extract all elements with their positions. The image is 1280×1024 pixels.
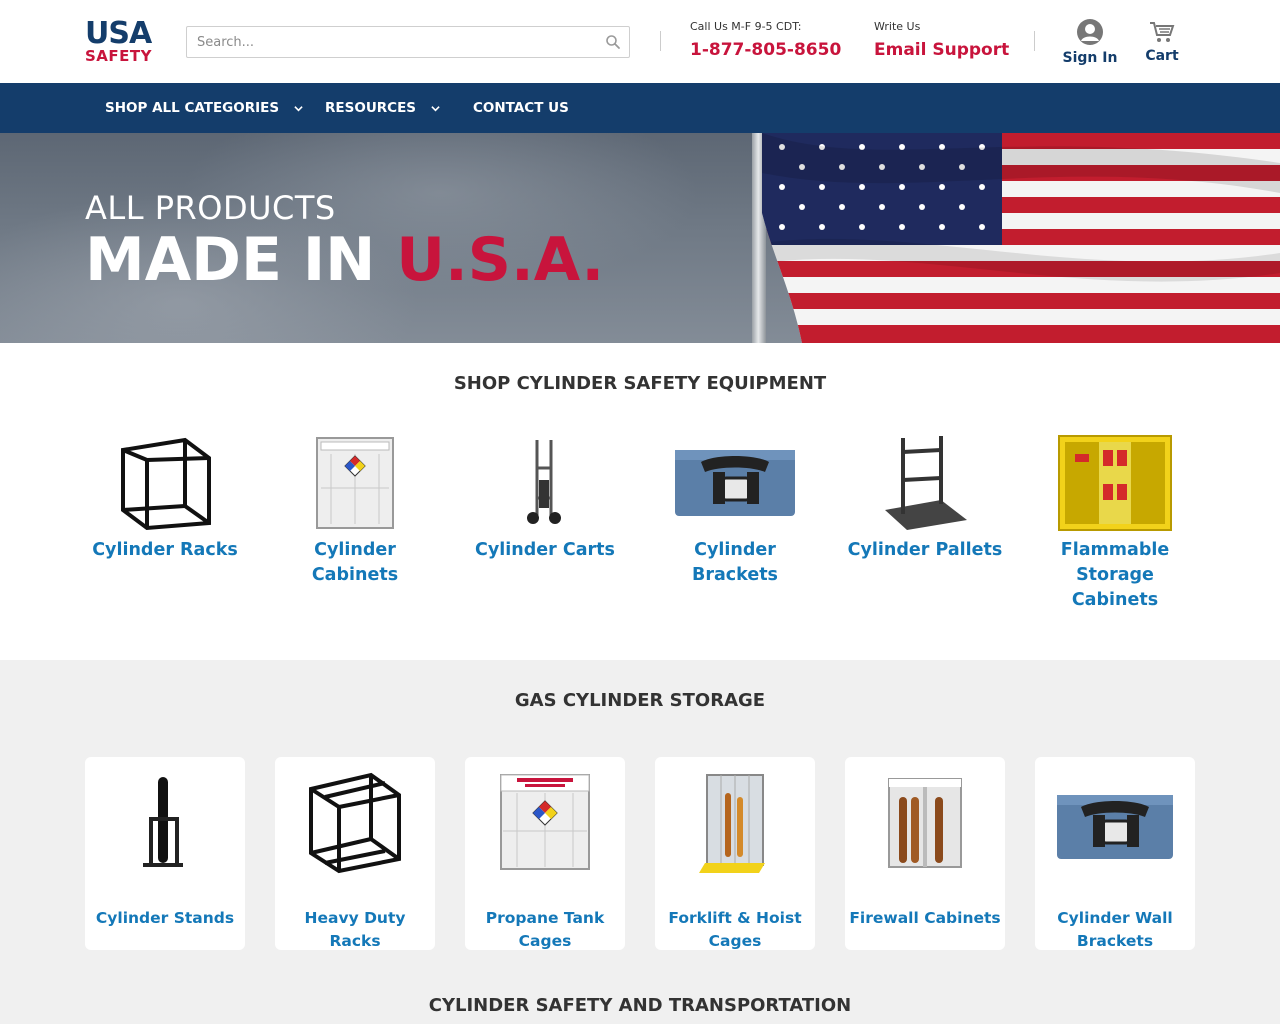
- nav-label: CONTACT US: [473, 100, 569, 116]
- category-label: Cylinder Racks: [92, 540, 238, 560]
- call-label: Call Us M-F 9-5 CDT:: [690, 20, 802, 33]
- heavy-duty-rack-image: [275, 767, 435, 887]
- cylinder-stand-image: [85, 767, 245, 887]
- write-label: Write Us: [874, 20, 921, 33]
- nav-contact-us[interactable]: CONTACT US: [473, 83, 569, 133]
- hero-usa: U.S.A.: [396, 225, 605, 295]
- card-cylinder-wall-brackets[interactable]: Cylinder Wall Brackets: [1035, 757, 1195, 950]
- cart-button[interactable]: Cart: [1140, 20, 1184, 64]
- card-label: Heavy Duty Racks: [304, 909, 406, 950]
- category-label: Cylinder Brackets: [692, 540, 778, 585]
- sign-in-label: Sign In: [1062, 50, 1118, 66]
- category-label: Cylinder Cabinets: [311, 540, 399, 585]
- category-cylinder-racks[interactable]: Cylinder Racks: [85, 428, 245, 563]
- american-flag-image: [762, 133, 1280, 343]
- cylinder-rack-image: [85, 428, 245, 538]
- cylinder-bracket-image: [655, 428, 815, 538]
- hero-made-in: MADE IN: [85, 225, 397, 295]
- chevron-down-icon: [431, 105, 440, 111]
- category-flammable-storage-cabinets[interactable]: Flammable Storage Cabinets: [1035, 428, 1195, 613]
- flammable-cabinet-image: [1035, 428, 1195, 538]
- section-title-cylinder-safety-transportation: CYLINDER SAFETY AND TRANSPORTATION: [428, 995, 852, 1016]
- cylinder-cart-image: [465, 428, 625, 538]
- logo-safety: SAFETY: [85, 47, 152, 65]
- card-propane-tank-cages[interactable]: Propane Tank Cages: [465, 757, 625, 950]
- cart-icon: [1150, 22, 1175, 42]
- card-forklift-hoist-cages[interactable]: Forklift & Hoist Cages: [655, 757, 815, 950]
- nav-resources[interactable]: RESOURCES: [325, 83, 440, 133]
- cylinder-cabinet-image: [275, 428, 435, 538]
- search-box: [186, 26, 630, 58]
- category-cylinder-brackets[interactable]: Cylinder Brackets: [655, 428, 815, 588]
- header-divider: [1034, 31, 1035, 51]
- hero-banner: ALL PRODUCTS MADE IN U.S.A.: [0, 133, 1280, 343]
- call-us-block: Call Us M-F 9-5 CDT: 1-877-805-8650: [690, 20, 841, 62]
- main-nav: SHOP ALL CATEGORIES RESOURCES CONTACT US: [0, 83, 1280, 133]
- nav-shop-all-categories[interactable]: SHOP ALL CATEGORIES: [105, 83, 303, 133]
- card-heavy-duty-racks[interactable]: Heavy Duty Racks: [275, 757, 435, 950]
- wall-bracket-image: [1035, 767, 1195, 887]
- firewall-cabinet-image: [845, 767, 1005, 887]
- section-title-shop-cylinder-safety: SHOP CYLINDER SAFETY EQUIPMENT: [453, 373, 827, 394]
- card-label: Cylinder Stands: [95, 909, 235, 927]
- section-title-gas-cylinder-storage: GAS CYLINDER STORAGE: [514, 690, 766, 711]
- site-header: USA SAFETY Call Us M-F 9-5 CDT: 1-877-80…: [0, 0, 1280, 83]
- card-firewall-cabinets[interactable]: Firewall Cabinets: [845, 757, 1005, 950]
- propane-cage-image: [465, 767, 625, 887]
- email-support-link[interactable]: Email Support: [874, 38, 1009, 62]
- write-us-block: Write Us Email Support: [874, 20, 1009, 62]
- card-label: Firewall Cabinets: [849, 909, 1001, 927]
- sign-in-button[interactable]: Sign In: [1062, 18, 1118, 66]
- card-cylinder-stands[interactable]: Cylinder Stands: [85, 757, 245, 950]
- category-cylinder-pallets[interactable]: Cylinder Pallets: [845, 428, 1005, 563]
- chevron-down-icon: [294, 105, 303, 111]
- cart-label: Cart: [1145, 48, 1179, 64]
- header-divider: [660, 31, 661, 51]
- card-label: Forklift & Hoist Cages: [668, 909, 802, 950]
- card-label: Propane Tank Cages: [485, 909, 605, 950]
- category-label: Flammable Storage Cabinets: [1060, 540, 1170, 610]
- hero-headline: MADE IN U.S.A.: [85, 225, 604, 295]
- hero-line1: ALL PRODUCTS: [85, 189, 336, 227]
- forklift-cage-image: [655, 767, 815, 887]
- logo-usa: USA: [85, 16, 152, 51]
- site-logo[interactable]: USA SAFETY: [85, 16, 157, 65]
- category-cylinder-cabinets[interactable]: Cylinder Cabinets: [275, 428, 435, 588]
- category-label: Cylinder Pallets: [847, 540, 1003, 560]
- user-icon: [1077, 19, 1103, 45]
- card-label: Cylinder Wall Brackets: [1057, 909, 1173, 950]
- category-cylinder-carts[interactable]: Cylinder Carts: [465, 428, 625, 563]
- search-icon[interactable]: [605, 34, 621, 50]
- phone-link[interactable]: 1-877-805-8650: [690, 38, 841, 62]
- category-label: Cylinder Carts: [475, 540, 615, 560]
- nav-label: RESOURCES: [325, 100, 417, 116]
- nav-label: SHOP ALL CATEGORIES: [105, 100, 280, 116]
- search-input[interactable]: [187, 27, 587, 57]
- cylinder-pallet-image: [845, 428, 1005, 538]
